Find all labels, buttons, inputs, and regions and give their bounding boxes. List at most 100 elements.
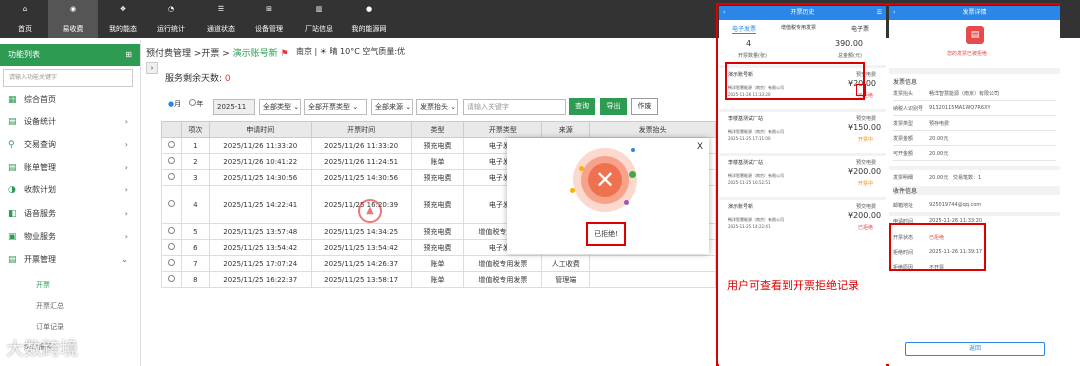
menu-icon[interactable]: ☰ (877, 6, 882, 20)
card-amount: ¥150.00 (848, 123, 882, 132)
period-radio[interactable]: ●月 年 (168, 99, 203, 115)
card-company: 畅洋智慧能源（南京）有限公司 (728, 129, 784, 134)
decor-dot (570, 188, 575, 193)
phone1-header: ‹ 开票历史 ☰ (719, 6, 886, 20)
phone1-tab-0[interactable]: 电子发票 (732, 24, 757, 34)
row-radio[interactable] (161, 137, 182, 154)
nav-my-status[interactable]: ❖ 我的能态 (98, 0, 148, 38)
home-icon: ⌂ (22, 5, 28, 13)
sidebar-title: 功能列表 ⊞ (0, 44, 140, 66)
nav-device-manage[interactable]: ⊞ 设备管理 (244, 0, 294, 38)
type-select[interactable]: 全部类型 ⌄ (259, 99, 301, 115)
email-label: 邮箱地址 (893, 203, 914, 209)
row-radio[interactable] (161, 255, 182, 272)
card-time: 2025-11-25 17:11:00 (728, 136, 771, 141)
nav-channel-status[interactable]: ☰ 通道状态 (196, 0, 246, 38)
table-cell: 2025/11/26 11:33:20 (208, 137, 312, 154)
stamp-icon: ▲ (358, 199, 382, 223)
divider (893, 115, 1056, 116)
row-radio[interactable] (161, 223, 182, 240)
table-cell: 增值税专用发票 (463, 255, 543, 272)
detail-label: 纳税人识别号 (893, 106, 924, 112)
sidebar-item-bills[interactable]: ▤ 账单管理 › (0, 159, 140, 177)
caption-text: 用户可查看到开票拒绝记录 (727, 279, 859, 292)
divider (893, 160, 1056, 161)
nav-easy-charge[interactable]: ◉ 易收费 (48, 0, 98, 38)
detail-label: 可开金额 (893, 151, 914, 157)
detail-label: 发票金额 (893, 136, 914, 142)
table-cell: 1 (180, 137, 210, 154)
table-cell: 账单 (410, 271, 465, 288)
sidebar-sub-orders[interactable]: 订单记录 (0, 318, 140, 336)
chevron-right-icon: › (124, 163, 128, 172)
row-radio[interactable] (161, 153, 182, 170)
sidebar-sub-invoice[interactable]: 开票 (0, 276, 140, 294)
grid-icon[interactable]: ⊞ (125, 44, 132, 66)
divider (719, 153, 886, 156)
nav-station-info[interactable]: ▥ 厂站信息 (294, 0, 344, 38)
query-button[interactable]: 查询 (569, 98, 595, 115)
back-icon[interactable]: ‹ (723, 6, 725, 20)
phone1-tab-2[interactable]: 电子票 (851, 24, 869, 33)
close-icon[interactable]: X (697, 142, 703, 152)
col-head: 发票抬头 (589, 121, 716, 138)
sidebar-item-property[interactable]: ▣ 物业服务 › (0, 228, 140, 246)
export-button[interactable]: 导出 (600, 98, 627, 115)
reject-message: 已拒绝! (586, 222, 626, 246)
sidebar-item-device-stats[interactable]: ▤ 设备统计 › (0, 113, 140, 131)
table-cell: 2 (180, 153, 210, 170)
sidebar-sub-summary[interactable]: 开票汇总 (0, 297, 140, 315)
table-cell: 2025/11/25 17:07:24 (208, 255, 312, 272)
voice-icon: ◧ (8, 209, 17, 219)
x-icon: ✕ (588, 163, 622, 197)
chevron-right-icon: › (124, 232, 128, 241)
head-select[interactable]: 发票抬头 ⌄ (416, 99, 458, 115)
sidebar-item-invoice[interactable]: ▤ 开票管理 ⌄ (0, 251, 140, 269)
cancel-button[interactable]: 作废 (631, 98, 658, 115)
card-name: 李楼基测试厂站 (728, 116, 764, 122)
sidebar-item-transactions[interactable]: ⚲ 交易查询 › (0, 136, 140, 154)
ticket-type-select[interactable]: 全部开票类型 ⌄ (304, 99, 367, 115)
keyword-input[interactable]: 请输入关键字 (463, 99, 566, 115)
card-status: 已拒绝 (858, 225, 874, 231)
sidebar-search-input[interactable]: 请输入功能关键字 (3, 69, 133, 87)
collapse-toggle[interactable]: › (146, 62, 158, 74)
building-icon: ▥ (315, 5, 323, 13)
sidebar-divider (140, 40, 141, 366)
detail-value: 20.00元 (929, 136, 949, 142)
return-button[interactable]: 返回 (905, 342, 1045, 356)
property-icon: ▣ (8, 232, 17, 242)
table-cell (589, 271, 716, 288)
sidebar-item-voice[interactable]: ◧ 语音服务 › (0, 205, 140, 223)
row-radio[interactable] (161, 169, 182, 186)
highlight-reject-info (889, 223, 986, 271)
table-row[interactable]: 7 2025/11/25 17:07:24 2025/11/25 14:26:37 账… (161, 255, 716, 272)
source-select[interactable]: 全部来源 ⌄ (371, 99, 413, 115)
nav-my-energy-net[interactable]: ● 我的能源网 (344, 0, 394, 38)
divider (889, 68, 1060, 74)
sidebar-item-home[interactable]: ▦ 综合首页 (0, 91, 140, 109)
phone1-tab-1[interactable]: 增值税专用发票 (781, 24, 816, 31)
divider (719, 197, 886, 200)
date-input[interactable]: 2025-11 (213, 99, 255, 115)
card-right: 预交电费 (856, 116, 877, 122)
divider (893, 100, 1056, 101)
bill-icon: ▤ (8, 163, 17, 173)
divider (893, 145, 1056, 146)
table-cell: 账单 (410, 255, 465, 272)
table-row[interactable]: 8 2025/11/25 16:22:37 2025/11/25 13:58:17 账… (161, 271, 716, 288)
decor-dot (624, 200, 629, 205)
row-radio[interactable] (161, 185, 182, 224)
table-cell: 预充电费 (410, 137, 465, 154)
sidebar-item-plan[interactable]: ◑ 收款计划 › (0, 181, 140, 199)
row-radio[interactable] (161, 271, 182, 288)
back-icon[interactable]: ‹ (893, 6, 895, 20)
nav-run-stats[interactable]: ◔ 运行统计 (146, 0, 196, 38)
table-cell: 2025/11/25 14:34:25 (310, 223, 412, 240)
row-radio[interactable] (161, 239, 182, 256)
plan-icon: ◑ (8, 185, 16, 195)
dashboard-icon: ▦ (8, 95, 17, 105)
nav-home[interactable]: ⌂ 首页 (0, 0, 50, 38)
table-cell: 人工收费 (541, 255, 591, 272)
detail-label: 发票类型 (893, 121, 914, 127)
